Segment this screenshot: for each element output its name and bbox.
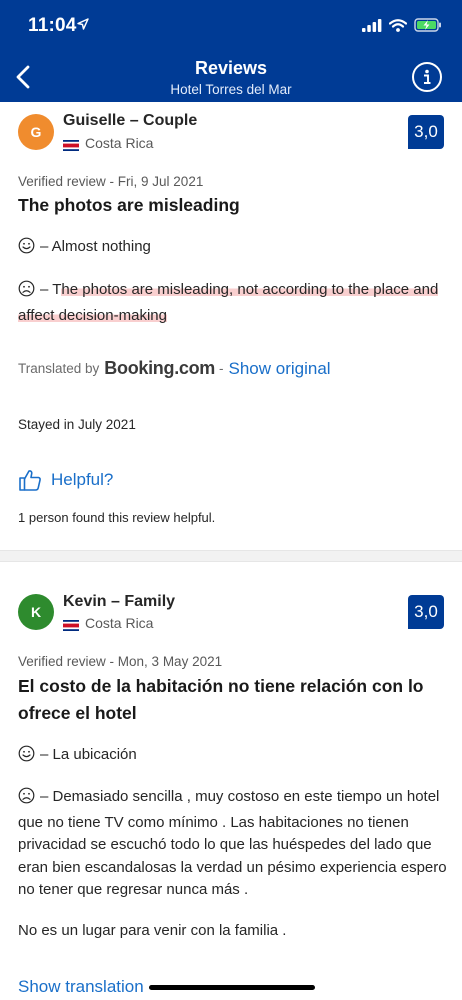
home-indicator (149, 985, 315, 990)
costa-rica-flag-icon (63, 618, 79, 631)
positive-text: – La ubicación (40, 746, 137, 763)
positive-comment: – La ubicación (18, 744, 448, 770)
extra-comment: No es un lugar para venir con la familia… (18, 922, 287, 939)
review-title: El costo de la habitación no tiene relac… (18, 676, 424, 723)
review-date: - Mon, 3 May 2021 (105, 654, 223, 669)
avatar: K (18, 594, 54, 630)
country-name: Costa Rica (85, 615, 154, 631)
show-translation-link[interactable]: Show translation (18, 977, 144, 997)
smiley-face-icon (18, 745, 35, 770)
review-score-badge: 3,0 (408, 595, 444, 629)
verified-label: Verified review (18, 654, 106, 669)
reviewer-name: Kevin – Family (63, 593, 176, 610)
reviewer-country: Costa Rica (63, 615, 153, 631)
negative-comment: – Demasiado sencilla , muy costoso en es… (18, 786, 448, 902)
review-card: K Kevin – Family Costa Rica 3,0 Verified… (0, 0, 462, 1000)
frown-face-icon (18, 787, 35, 812)
negative-text: – Demasiado sencilla , muy costoso en es… (18, 788, 447, 898)
avatar-initial: K (30, 604, 42, 620)
verified-review-date: Verified review - Mon, 3 May 2021 (18, 654, 222, 669)
